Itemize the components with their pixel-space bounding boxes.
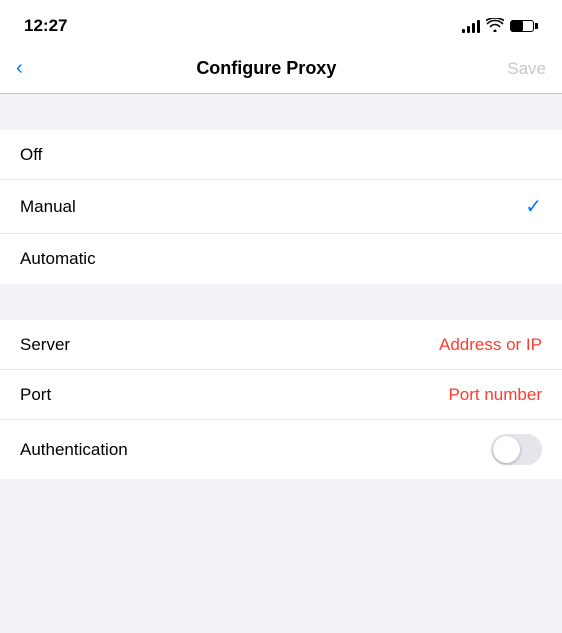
proxy-manual-checkmark: ✓ bbox=[525, 194, 542, 219]
server-label: Server bbox=[20, 335, 70, 355]
server-settings-list: Server Address or IP Port Port number Au… bbox=[0, 320, 562, 479]
wifi-icon bbox=[486, 18, 504, 35]
section-gap-middle bbox=[0, 284, 562, 320]
status-bar: 12:27 bbox=[0, 0, 562, 44]
authentication-row: Authentication bbox=[0, 420, 562, 479]
proxy-option-manual[interactable]: Manual ✓ bbox=[0, 180, 562, 234]
proxy-option-off[interactable]: Off bbox=[0, 130, 562, 180]
auth-toggle[interactable] bbox=[491, 434, 542, 465]
proxy-off-label: Off bbox=[20, 145, 42, 165]
signal-icon bbox=[462, 19, 480, 33]
battery-icon bbox=[510, 20, 538, 32]
server-row[interactable]: Server Address or IP bbox=[0, 320, 562, 370]
toggle-knob bbox=[493, 436, 520, 463]
port-label: Port bbox=[20, 385, 51, 405]
page-title: Configure Proxy bbox=[31, 58, 502, 79]
auth-label: Authentication bbox=[20, 440, 128, 460]
port-row[interactable]: Port Port number bbox=[0, 370, 562, 420]
proxy-manual-label: Manual bbox=[20, 197, 76, 217]
proxy-option-automatic[interactable]: Automatic bbox=[0, 234, 562, 284]
back-button[interactable]: ‹ bbox=[16, 53, 31, 84]
status-time: 12:27 bbox=[24, 16, 67, 36]
section-gap-top bbox=[0, 94, 562, 130]
port-placeholder[interactable]: Port number bbox=[448, 385, 542, 405]
server-placeholder[interactable]: Address or IP bbox=[439, 335, 542, 355]
status-icons bbox=[462, 18, 538, 35]
save-button[interactable]: Save bbox=[502, 59, 546, 79]
proxy-mode-list: Off Manual ✓ Automatic bbox=[0, 130, 562, 284]
nav-bar: ‹ Configure Proxy Save bbox=[0, 44, 562, 94]
proxy-automatic-label: Automatic bbox=[20, 249, 96, 269]
